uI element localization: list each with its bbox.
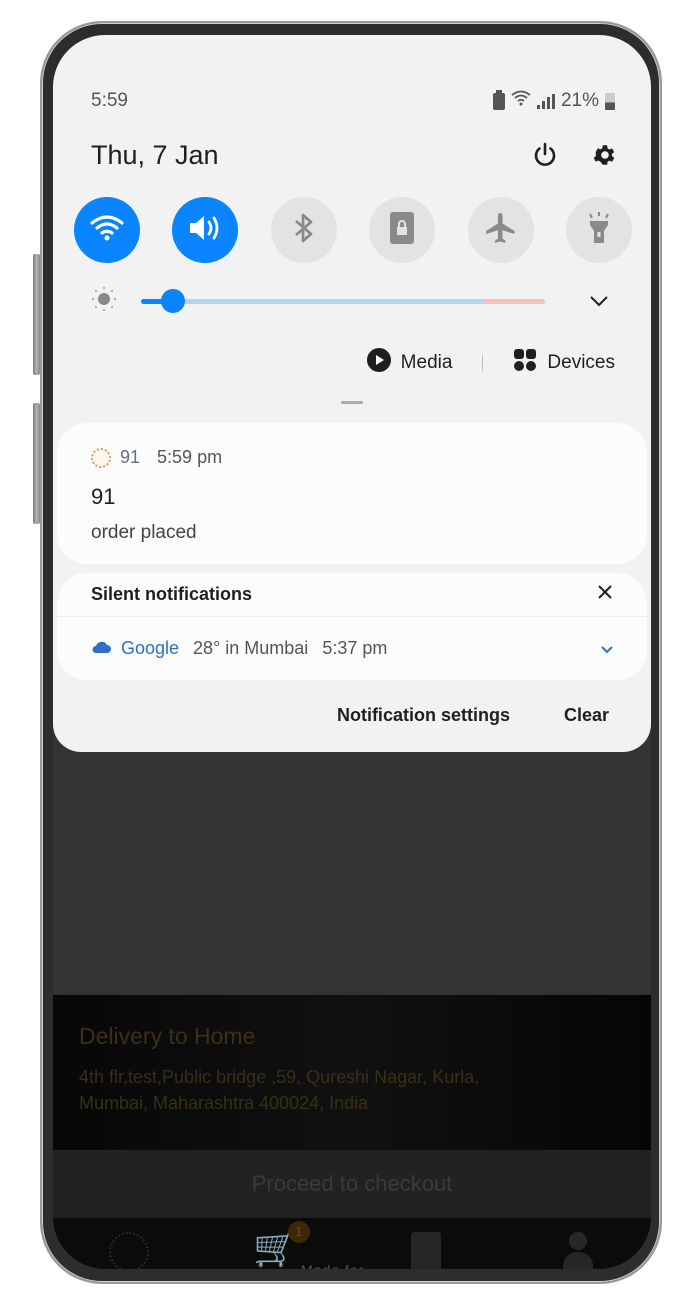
silent-notification-item[interactable]: Google 28° in Mumbai 5:37 pm — [57, 617, 647, 679]
phone-frame: Delivery to Home 4th flr,test,Public bri… — [40, 21, 662, 1284]
signal-icon — [536, 93, 555, 109]
airplane-toggle[interactable] — [467, 197, 534, 263]
media-label: Media — [400, 352, 453, 373]
delivery-address-line1: 4th flr,test,Public bridge ,59, Qureshi … — [79, 1067, 480, 1087]
silent-text: 28° in Mumbai — [193, 637, 309, 658]
battery-percent: 21% — [560, 90, 599, 111]
chevron-down-icon[interactable] — [601, 638, 613, 659]
silent-notifications-header: Silent notifications — [91, 584, 253, 604]
delivery-title: Delivery to Home — [79, 1023, 256, 1049]
media-button[interactable]: Media — [366, 348, 453, 378]
silent-notifications-card: Silent notifications Google 28° in Mumba… — [57, 573, 647, 680]
notification-card[interactable]: 91 5:59 pm 91 order placed — [57, 423, 647, 564]
cart-badge: 1 — [288, 1221, 310, 1243]
brightness-icon — [91, 286, 117, 317]
notification-time: 5:59 pm — [157, 447, 223, 467]
brightness-slider[interactable] — [141, 289, 545, 313]
media-devices-row: Media Devices — [366, 348, 615, 378]
devices-button[interactable]: Devices — [513, 348, 615, 378]
notification-settings-button[interactable]: Notification settings — [337, 705, 510, 726]
status-time: 5:59 — [91, 90, 128, 111]
volume-button — [33, 254, 40, 375]
brightness-slider-thumb[interactable] — [161, 289, 186, 313]
drag-handle[interactable] — [341, 401, 363, 404]
notification-body: order placed — [91, 522, 197, 543]
devices-label: Devices — [547, 352, 615, 373]
home-logo-icon[interactable] — [109, 1232, 149, 1269]
airplane-icon — [483, 210, 519, 251]
notification-panel: 5:59 21% Thu, 7 Jan Media Devices 91 5:5… — [53, 35, 651, 752]
silent-app-name: Google — [121, 637, 180, 658]
date-label: Thu, 7 Jan — [91, 139, 219, 170]
battery-icon — [605, 92, 615, 110]
chevron-down-icon[interactable] — [587, 290, 611, 312]
lock-icon — [389, 211, 415, 250]
orders-clipboard-icon[interactable] — [411, 1232, 441, 1269]
wifi-toggle[interactable] — [74, 197, 140, 263]
sound-toggle[interactable] — [172, 197, 239, 263]
play-icon — [366, 348, 391, 378]
bluetooth-icon — [292, 211, 316, 250]
settings-icon[interactable] — [589, 139, 621, 171]
app-logo-icon — [91, 447, 111, 468]
battery-saver-icon — [492, 89, 505, 110]
notification-title: 91 — [91, 484, 116, 509]
status-bar: 5:59 21% — [91, 89, 615, 113]
partial-footer-text: Made for ... — [301, 1262, 384, 1269]
screen: Delivery to Home 4th flr,test,Public bri… — [53, 35, 651, 1269]
cloud-icon — [91, 638, 111, 659]
wifi-icon — [90, 214, 124, 247]
bixby-button — [33, 403, 40, 524]
power-icon[interactable] — [529, 139, 561, 171]
divider — [482, 355, 484, 371]
checkout-button[interactable]: Proceed to checkout — [53, 1150, 651, 1218]
flashlight-toggle[interactable] — [565, 197, 632, 263]
brightness-row — [91, 286, 611, 313]
volume-icon — [187, 213, 223, 248]
devices-grid-icon — [513, 348, 537, 378]
notification-app-name: 91 — [120, 447, 141, 467]
delivery-section: Delivery to Home 4th flr,test,Public bri… — [53, 995, 651, 1150]
close-icon[interactable] — [597, 584, 613, 605]
clear-button[interactable]: Clear — [564, 705, 609, 726]
bottom-nav: 🛒 1 Made for ... — [53, 1218, 651, 1269]
wifi-icon — [511, 90, 531, 112]
silent-time: 5:37 pm — [322, 637, 388, 658]
screen-lock-toggle[interactable] — [369, 197, 436, 263]
profile-icon[interactable] — [561, 1232, 595, 1269]
bluetooth-toggle[interactable] — [270, 197, 337, 263]
quick-toggles — [74, 197, 632, 263]
flashlight-icon — [586, 211, 612, 250]
delivery-address-line2: Mumbai, Maharashtra 400024, India — [79, 1093, 369, 1113]
